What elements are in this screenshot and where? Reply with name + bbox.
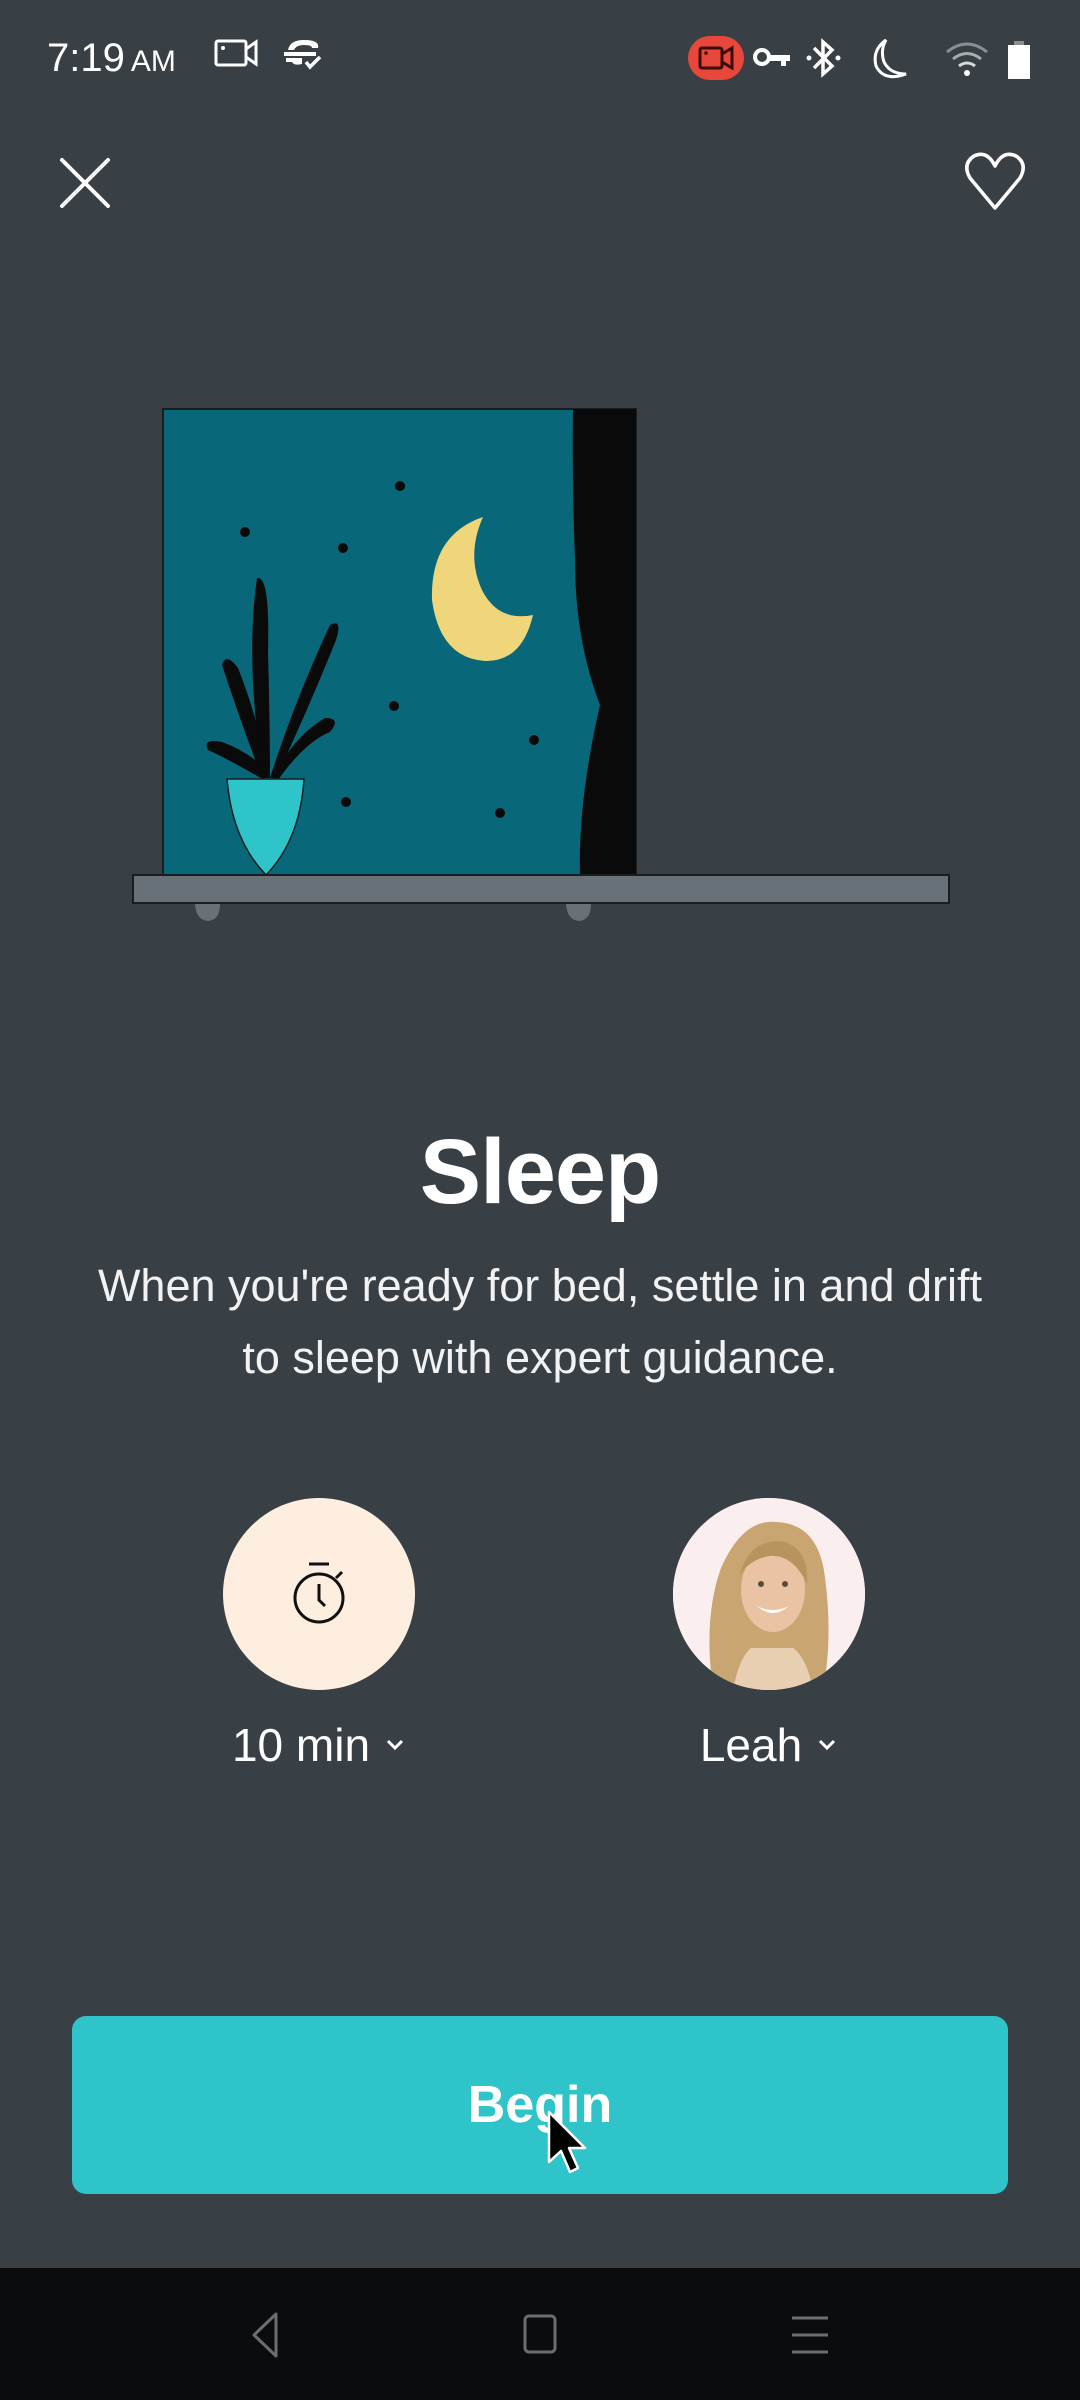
do-not-disturb-moon-icon [873,38,907,79]
star [338,543,348,553]
recents-lines-icon [792,2316,828,2354]
clock-ampm: AM [130,45,176,78]
guide-photo [673,1498,865,1690]
star [495,808,505,818]
guide-avatar [673,1498,865,1690]
guide-value: Leah [699,1719,803,1771]
guide-selector[interactable]: Leah [639,1498,899,1772]
bluetooth-icon [806,38,841,78]
chevron-down-icon [819,1739,836,1751]
screen-record-icon [698,45,734,71]
clock-time: 7:19 [47,36,125,80]
recents-button[interactable] [780,2310,840,2360]
favorite-button[interactable] [960,148,1030,218]
star [341,797,351,807]
sync-check-icon [284,40,322,70]
duration-icon-circle [223,1498,415,1690]
screen-record-indicator [688,36,744,80]
star [529,735,539,745]
close-button[interactable] [50,148,120,218]
duration-value: 10 min [231,1719,371,1771]
star [240,527,250,537]
system-navigation-bar [0,2268,1080,2400]
home-button[interactable] [510,2310,570,2360]
duration-label-row: 10 min [189,1718,449,1772]
begin-button[interactable]: Begin [72,2016,1008,2194]
back-triangle-icon [252,2312,278,2358]
back-button[interactable] [236,2310,296,2360]
status-time: 7:19 AM [47,36,176,81]
guide-label-row: Leah [639,1718,899,1772]
star [389,701,399,711]
sill-bracket [566,904,591,921]
chevron-down-icon [386,1739,404,1751]
vpn-key-icon [753,48,790,66]
close-icon [60,158,110,208]
sleep-illustration [132,408,950,921]
session-description: When you're ready for bed, settle in and… [97,1260,983,1383]
video-camera-icon [214,39,258,67]
battery-icon [1008,41,1030,79]
sill-bracket [195,904,220,921]
status-bar: 7:19 AM [0,0,1080,120]
session-title: Sleep [419,1121,661,1223]
stopwatch-icon [293,1562,345,1624]
wifi-icon [946,42,988,76]
duration-selector[interactable]: 10 min [189,1498,449,1772]
star [395,481,405,491]
window-sill [132,874,950,904]
heart-outline-icon [965,152,1025,210]
home-square-icon [523,2314,557,2354]
